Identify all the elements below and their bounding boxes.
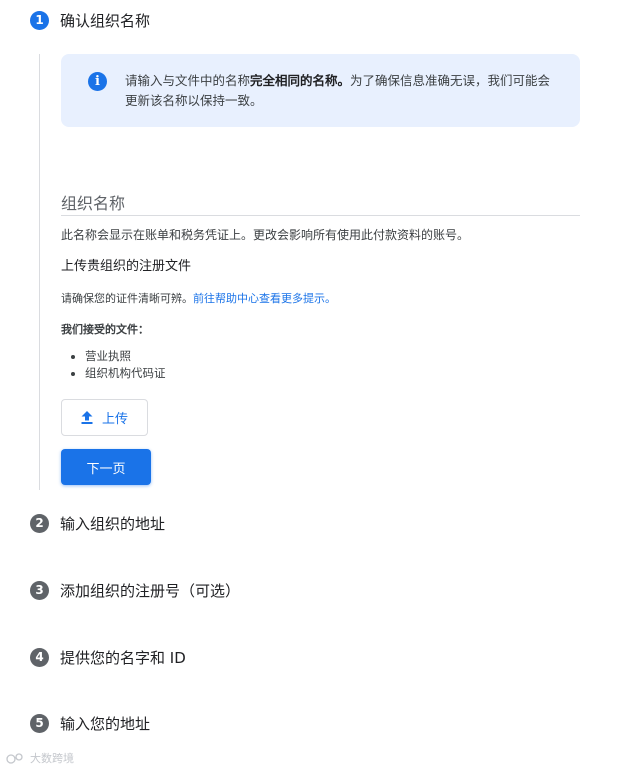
step-1-number: 1 bbox=[30, 10, 49, 30]
step-1-title: 确认组织名称 bbox=[60, 11, 151, 30]
upload-button-label: 上传 bbox=[101, 412, 128, 427]
step-5-header[interactable]: 5 输入您的地址 bbox=[30, 711, 150, 735]
info-text-before: 请输入与文件中的名称 bbox=[125, 73, 251, 88]
step-2-title: 输入组织的地址 bbox=[60, 514, 166, 533]
org-name-underline bbox=[61, 215, 580, 216]
step-4-number: 4 bbox=[30, 647, 49, 667]
watermark: 大数跨境 bbox=[6, 750, 74, 766]
next-button[interactable]: 下一页 bbox=[61, 449, 151, 485]
org-name-hint: 此名称会显示在账单和税务凭证上。更改会影响所有使用此付款资料的账号。 bbox=[61, 228, 470, 242]
upload-hint-text: 请确保您的证件清晰可辨。 bbox=[61, 292, 193, 305]
accepted-documents-heading: 我们接受的文件： bbox=[61, 323, 149, 336]
info-text-bold: 完全相同的名称。 bbox=[250, 73, 351, 88]
upload-heading: 上传贵组织的注册文件 bbox=[61, 259, 192, 274]
step-5-title: 输入您的地址 bbox=[60, 714, 151, 733]
info-text: 请输入与文件中的名称完全相同的名称。为了确保信息准确无误，我们可能会更新该名称以… bbox=[125, 71, 559, 111]
step-3-header[interactable]: 3 添加组织的注册号（可选） bbox=[30, 578, 240, 602]
watermark-logo-icon bbox=[6, 753, 23, 764]
upload-hint: 请确保您的证件清晰可辨。前往帮助中心查看更多提示。 bbox=[61, 290, 336, 306]
accepted-documents-list: 营业执照 组织机构代码证 bbox=[61, 348, 166, 382]
step-1-rail bbox=[39, 54, 40, 490]
step-5-number: 5 bbox=[30, 713, 49, 733]
info-icon: i bbox=[88, 72, 107, 91]
watermark-text: 大数跨境 bbox=[30, 752, 74, 765]
help-center-link[interactable]: 前往帮助中心查看更多提示。 bbox=[193, 292, 336, 305]
step-4-title: 提供您的名字和 ID bbox=[60, 648, 186, 667]
step-3-title: 添加组织的注册号（可选） bbox=[60, 581, 241, 600]
upload-icon bbox=[81, 411, 93, 424]
step-1-header[interactable]: 1 确认组织名称 bbox=[30, 8, 150, 32]
info-banner: i 请输入与文件中的名称完全相同的名称。为了确保信息准确无误，我们可能会更新该名… bbox=[61, 54, 580, 127]
step-2-header[interactable]: 2 输入组织的地址 bbox=[30, 511, 165, 535]
upload-button[interactable]: 上传 bbox=[61, 399, 148, 436]
org-name-field[interactable]: 组织名称 bbox=[61, 190, 125, 214]
page: 1 确认组织名称 i 请输入与文件中的名称完全相同的名称。为了确保信息准确无误，… bbox=[0, 0, 618, 772]
step-4-header[interactable]: 4 提供您的名字和 ID bbox=[30, 645, 186, 669]
list-item: 组织机构代码证 bbox=[85, 365, 166, 382]
list-item: 营业执照 bbox=[85, 348, 166, 365]
step-3-number: 3 bbox=[30, 580, 49, 600]
step-2-number: 2 bbox=[30, 513, 49, 533]
